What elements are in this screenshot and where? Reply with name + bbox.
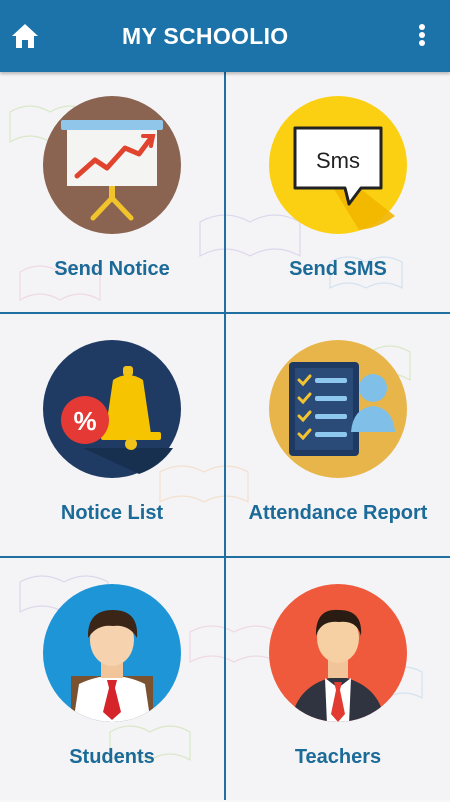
dashboard-grid: Send Notice Sms Send SMS % Notice List A… xyxy=(0,72,450,800)
teachers-tile[interactable]: Teachers xyxy=(226,560,450,802)
app-bar: MY SCHOOLIO xyxy=(0,0,450,72)
teachers-label: Teachers xyxy=(294,746,382,768)
attendance-report-tile[interactable]: Attendance Report xyxy=(226,316,450,558)
app-title: MY SCHOOLIO xyxy=(122,23,289,49)
svg-text:%: % xyxy=(73,406,96,436)
teacher-icon xyxy=(269,584,407,722)
send-sms-tile[interactable]: Sms Send SMS xyxy=(226,72,450,314)
students-tile[interactable]: Students xyxy=(0,560,224,802)
more-vert-icon xyxy=(419,24,425,46)
send-notice-tile[interactable]: Send Notice xyxy=(0,72,224,314)
home-icon xyxy=(12,24,38,48)
notice-list-tile[interactable]: % Notice List xyxy=(0,316,224,558)
attendance-report-label: Attendance Report xyxy=(248,502,428,524)
send-notice-label: Send Notice xyxy=(54,258,170,280)
attendance-checklist-icon xyxy=(269,340,407,478)
students-label: Students xyxy=(69,746,155,768)
sms-bubble-icon: Sms xyxy=(269,96,407,234)
send-sms-label: Send SMS xyxy=(289,258,387,280)
presentation-chart-icon xyxy=(43,96,181,234)
overflow-menu-button[interactable] xyxy=(410,20,434,52)
svg-text:Sms: Sms xyxy=(316,148,360,173)
bell-percent-icon: % xyxy=(43,340,181,478)
notice-list-label: Notice List xyxy=(60,502,164,524)
home-button[interactable] xyxy=(9,20,41,52)
student-icon xyxy=(43,584,181,722)
